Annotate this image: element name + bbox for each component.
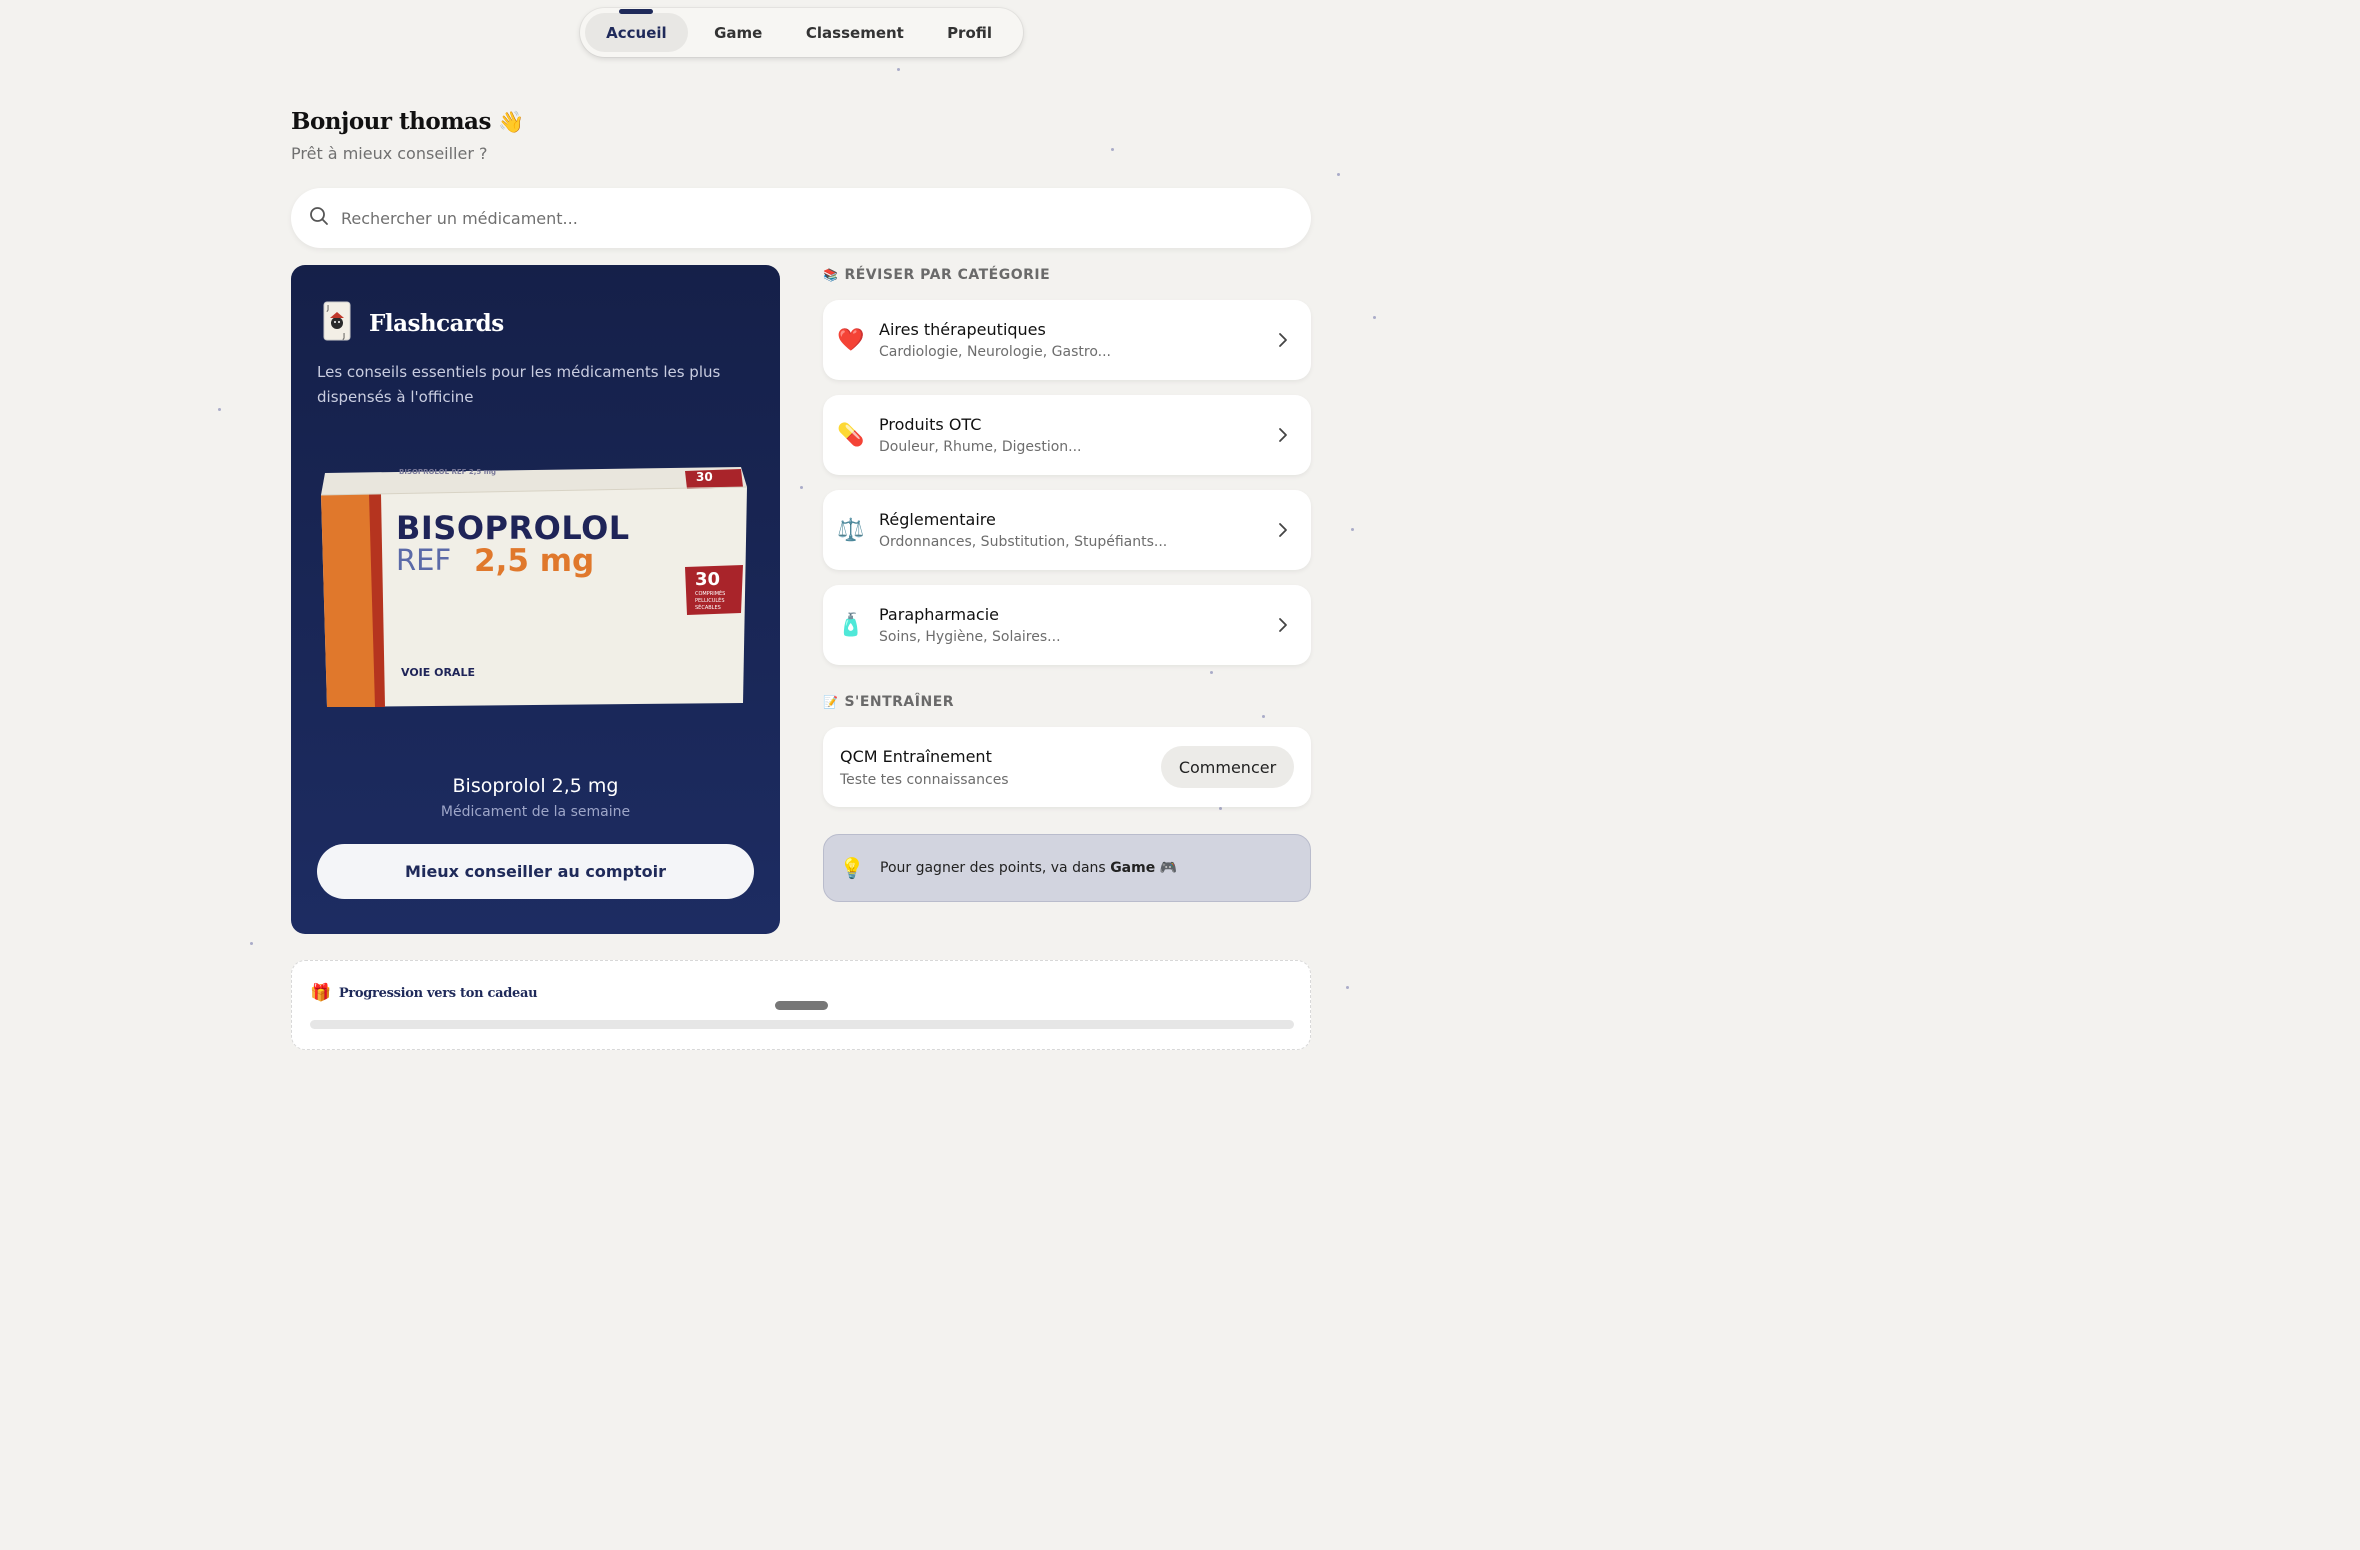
tab-accueil[interactable]: Accueil bbox=[585, 13, 688, 52]
category-label: Aires thérapeutiques bbox=[879, 320, 1046, 339]
categories-section-title: 📚 RÉVISER PAR CATÉGORIE bbox=[823, 267, 1050, 283]
decor-dot bbox=[1111, 148, 1114, 151]
box-count-label: PELLICULÉS bbox=[695, 598, 725, 604]
box-count-label: COMPRIMÉS bbox=[695, 591, 726, 597]
decor-dot bbox=[1262, 715, 1265, 718]
flashcards-header: J J Flashcards bbox=[323, 301, 504, 345]
decor-dot bbox=[1219, 807, 1222, 810]
search-icon bbox=[309, 206, 329, 230]
progress-bar bbox=[310, 1020, 1294, 1029]
decor-dot bbox=[250, 942, 253, 945]
qcm-title: QCM Entraînement bbox=[840, 746, 992, 766]
decor-dot bbox=[897, 68, 900, 71]
search-bar[interactable] bbox=[291, 188, 1311, 248]
decor-dot bbox=[800, 486, 803, 489]
tip-text: Pour gagner des points, va dans Game 🎮 bbox=[880, 860, 1177, 876]
tab-game[interactable]: Game bbox=[688, 13, 789, 52]
qcm-card: QCM Entraînement Teste tes connaissances… bbox=[823, 727, 1311, 807]
tab-classement[interactable]: Classement bbox=[789, 13, 921, 52]
progress-title-text: Progression vers ton cadeau bbox=[338, 985, 538, 1001]
box-route: VOIE ORALE bbox=[401, 666, 475, 679]
scroll-handle[interactable] bbox=[775, 1001, 828, 1010]
flashcards-title: Flashcards bbox=[369, 309, 504, 337]
chevron-right-icon bbox=[1255, 332, 1311, 348]
category-aires-therapeutiques[interactable]: ❤️ Aires thérapeutiques Cardiologie, Neu… bbox=[823, 300, 1311, 380]
pill-icon: 💊 bbox=[837, 422, 865, 448]
medication-subtitle: Médicament de la semaine bbox=[440, 804, 631, 820]
chevron-right-icon bbox=[1255, 427, 1311, 443]
points-tip: 💡 Pour gagner des points, va dans Game 🎮 bbox=[823, 834, 1311, 902]
flashcards-description: Les conseils essentiels pour les médicam… bbox=[317, 363, 721, 406]
box-count: 30 bbox=[695, 569, 721, 590]
category-label: Réglementaire bbox=[879, 510, 996, 529]
search-input[interactable] bbox=[341, 208, 1241, 228]
gift-icon: 🎁 bbox=[310, 983, 331, 1003]
lotion-bottle-icon: 🧴 bbox=[837, 612, 865, 638]
training-section-label: S'ENTRAÎNER bbox=[844, 694, 955, 710]
medication-name: Bisoprolol 2,5 mg bbox=[452, 775, 619, 797]
game-controller-icon: 🎮 bbox=[1159, 860, 1178, 876]
box-count-top: 30 bbox=[696, 470, 713, 484]
decor-dot bbox=[1337, 173, 1340, 176]
box-ref: REF bbox=[396, 543, 452, 577]
tip-game-link[interactable]: Game bbox=[1110, 860, 1155, 876]
page-subtitle: Prêt à mieux conseiller ? bbox=[291, 144, 488, 163]
category-reglementaire[interactable]: ⚖️ Réglementaire Ordonnances, Substituti… bbox=[823, 490, 1311, 570]
category-produits-otc[interactable]: 💊 Produits OTC Douleur, Rhume, Digestion… bbox=[823, 395, 1311, 475]
tab-profil[interactable]: Profil bbox=[921, 13, 1018, 52]
chevron-right-icon bbox=[1255, 617, 1311, 633]
box-brand: BISOPROLOL bbox=[396, 509, 630, 547]
joker-card-icon: J J bbox=[323, 301, 351, 345]
heart-icon: ❤️ bbox=[837, 327, 865, 353]
medication-box-image: BISOPROLOL REF 2,5 mg BISOPROLOL REF 2,5… bbox=[319, 465, 749, 710]
advise-button[interactable]: Mieux conseiller au comptoir bbox=[317, 844, 754, 899]
light-bulb-icon: 💡 bbox=[839, 856, 865, 880]
svg-text:J: J bbox=[342, 332, 345, 340]
decor-dot bbox=[1210, 671, 1213, 674]
start-qcm-button[interactable]: Commencer bbox=[1161, 746, 1294, 788]
decor-dot bbox=[1351, 528, 1354, 531]
box-count-label: SÉCABLES bbox=[695, 605, 721, 611]
category-subtitle: Douleur, Rhume, Digestion... bbox=[879, 439, 1082, 455]
page-title: Bonjour thomas 👋 bbox=[291, 108, 525, 135]
qcm-subtitle: Teste tes connaissances bbox=[840, 771, 1009, 788]
category-subtitle: Cardiologie, Neurologie, Gastro... bbox=[879, 344, 1111, 360]
flashcards-card[interactable]: J J Flashcards Les conseils essentiels p… bbox=[291, 265, 780, 934]
top-nav: Accueil Game Classement Profil bbox=[580, 8, 1023, 57]
greeting-text: Bonjour thomas bbox=[291, 108, 491, 135]
books-icon: 📚 bbox=[823, 268, 839, 282]
progress-title: 🎁 Progression vers ton cadeau bbox=[310, 983, 538, 1003]
decor-dot bbox=[218, 408, 221, 411]
memo-icon: 📝 bbox=[823, 695, 839, 709]
svg-text:J: J bbox=[326, 304, 329, 312]
box-top-text: BISOPROLOL REF 2,5 mg bbox=[399, 468, 496, 476]
training-section-title: 📝 S'ENTRAÎNER bbox=[823, 694, 954, 710]
category-label: Parapharmacie bbox=[879, 605, 999, 624]
category-subtitle: Soins, Hygiène, Solaires... bbox=[879, 629, 1061, 645]
waving-hand-icon: 👋 bbox=[498, 109, 525, 134]
scales-icon: ⚖️ bbox=[837, 517, 865, 543]
categories-section-label: RÉVISER PAR CATÉGORIE bbox=[844, 267, 1051, 283]
tip-text-prefix: Pour gagner des points, va dans bbox=[880, 860, 1111, 876]
chevron-right-icon bbox=[1255, 522, 1311, 538]
category-parapharmacie[interactable]: 🧴 Parapharmacie Soins, Hygiène, Solaires… bbox=[823, 585, 1311, 665]
category-label: Produits OTC bbox=[879, 415, 982, 434]
category-subtitle: Ordonnances, Substitution, Stupéfiants..… bbox=[879, 534, 1168, 550]
box-dose: 2,5 mg bbox=[474, 543, 595, 579]
decor-dot bbox=[1373, 316, 1376, 319]
decor-dot bbox=[1346, 986, 1349, 989]
